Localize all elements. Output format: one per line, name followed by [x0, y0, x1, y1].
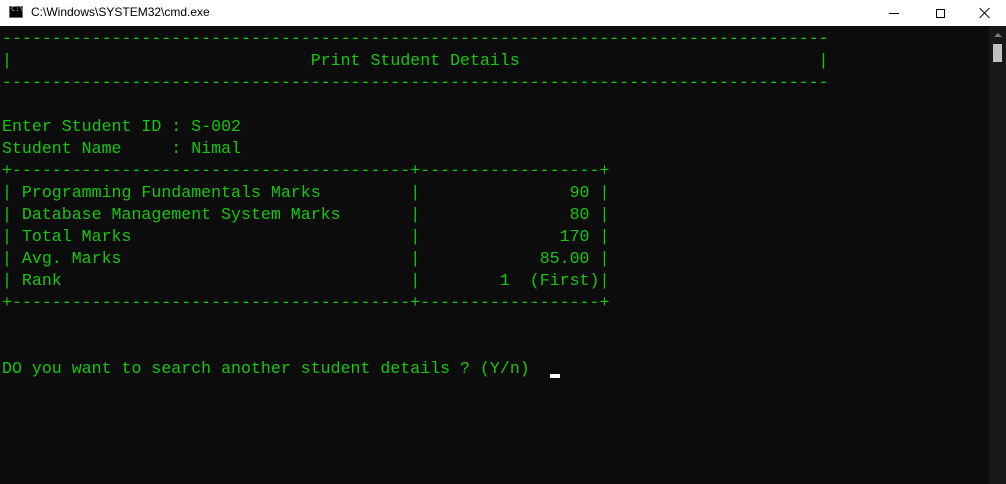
header-top-rule: ----------------------------------------… — [2, 29, 829, 48]
table-bottom-border: +---------------------------------------… — [2, 293, 610, 312]
vertical-scrollbar[interactable] — [989, 26, 1006, 484]
close-icon — [979, 7, 991, 19]
table-row: | Database Management System Marks | 80 … — [2, 205, 610, 224]
student-name-line: Student Name : Nimal — [2, 139, 241, 158]
maximize-button[interactable] — [917, 0, 963, 26]
scroll-up-arrow-icon[interactable] — [989, 26, 1006, 43]
close-button[interactable] — [962, 0, 1006, 26]
maximize-icon — [935, 8, 945, 18]
table-row: | Total Marks | 170 | — [2, 227, 610, 246]
console-output[interactable]: ----------------------------------------… — [0, 26, 989, 484]
cmd-app-icon[interactable] — [9, 5, 24, 18]
student-id-prompt: Enter Student ID : S-002 — [2, 117, 241, 136]
table-row: | Rank | 1 (First)| — [2, 271, 610, 290]
table-top-border: +---------------------------------------… — [2, 161, 610, 180]
scroll-thumb[interactable] — [993, 44, 1002, 62]
window-title: C:\Windows\SYSTEM32\cmd.exe — [31, 5, 210, 19]
text-cursor[interactable] — [550, 374, 560, 378]
table-row: | Avg. Marks | 85.00 | — [2, 249, 610, 268]
minimize-icon — [889, 12, 899, 14]
table-row: | Programming Fundamentals Marks | 90 | — [2, 183, 610, 202]
minimize-button[interactable] — [871, 0, 917, 26]
header-title-line: | Print Student Details | — [2, 51, 829, 70]
title-bar[interactable]: C:\Windows\SYSTEM32\cmd.exe — [0, 0, 1006, 26]
continue-prompt: DO you want to search another student de… — [2, 359, 530, 378]
header-bottom-rule: ----------------------------------------… — [2, 73, 829, 92]
